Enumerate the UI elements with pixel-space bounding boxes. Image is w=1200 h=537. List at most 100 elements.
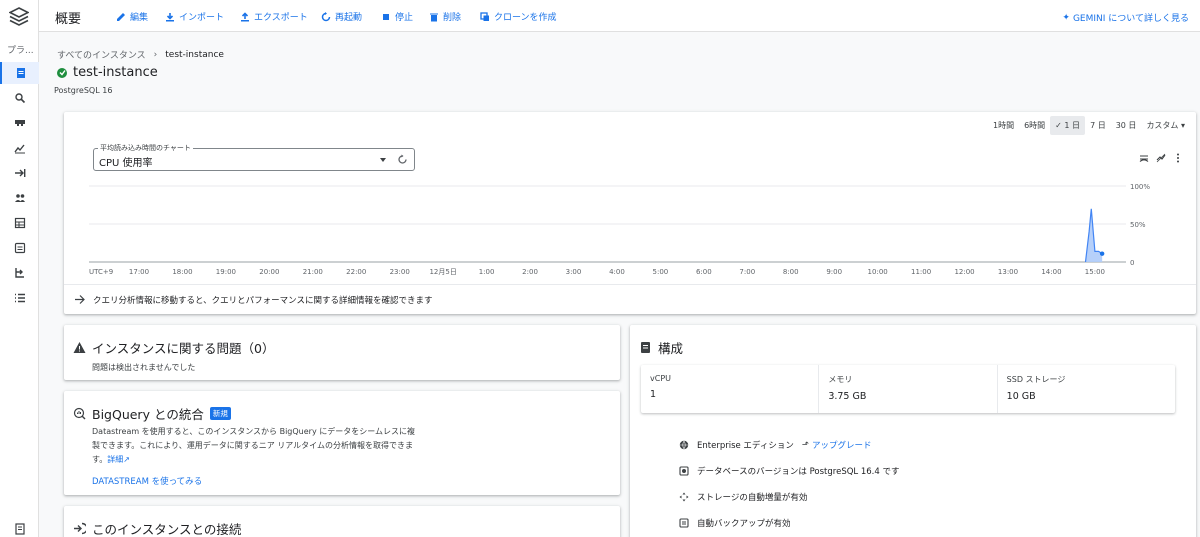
config-title-text: 構成	[658, 341, 684, 356]
rail-title: プラ...	[7, 46, 34, 56]
breadcrumb-current: test-instance	[165, 49, 224, 60]
gemini-label: GEMINI について詳しく見る	[1072, 14, 1189, 24]
migration-icon[interactable]	[0, 162, 39, 184]
chart-metric-select[interactable]: 平均読み込み時間のチャート CPU 使用率	[93, 143, 415, 171]
import-button[interactable]: インポート	[165, 10, 224, 23]
x-tick-label: 19:00	[216, 268, 236, 276]
upgrade-icon: ⬏	[801, 440, 809, 450]
main-content: すべてのインスタンス › test-instance test-instance…	[39, 32, 1200, 537]
dropdown-arrow-icon	[380, 158, 386, 162]
spec-key: メモリ	[828, 375, 853, 384]
range-option[interactable]: 30 日	[1111, 116, 1142, 135]
operations-icon[interactable]	[0, 287, 39, 309]
query-icon[interactable]	[0, 87, 39, 109]
x-tick-label: 23:00	[390, 268, 410, 276]
sql-logo-icon[interactable]	[9, 7, 29, 27]
sparkle-icon: ✦	[1062, 12, 1070, 23]
spec-value: 10 GB	[1006, 391, 1036, 402]
open-new-icon: ↗	[123, 455, 130, 464]
page-title: 概要	[55, 12, 82, 27]
import-label: インポート	[179, 13, 225, 23]
x-tick-label: 21:00	[303, 268, 323, 276]
x-tick-label: 1:00	[479, 268, 495, 276]
upgrade-label: アップグレード	[811, 441, 872, 451]
stop-icon	[383, 13, 389, 20]
range-option[interactable]: カスタム ▾	[1141, 116, 1190, 135]
users-icon[interactable]	[0, 187, 39, 209]
check-circle-icon	[57, 67, 67, 78]
clone-button[interactable]: クローンを作成	[480, 10, 557, 23]
trash-icon	[430, 13, 438, 21]
databases-icon[interactable]	[0, 212, 39, 234]
restart-button[interactable]: 再起動	[321, 10, 362, 23]
backups-icon[interactable]	[0, 237, 39, 259]
chart-card: 1時間 6時間 ✓ 1 日7 日 30 日カスタム ▾ 平均読み込み時間のチャート C…	[64, 112, 1196, 314]
range-option[interactable]: 7 日	[1085, 116, 1111, 135]
delete-button[interactable]: 削除	[429, 10, 461, 23]
left-nav-rail: プラ...	[0, 0, 39, 537]
config-title: 構成	[639, 338, 683, 357]
x-tick-label: 5:00	[653, 268, 669, 276]
try-datastream-link[interactable]: DATASTREAM を使ってみる	[92, 475, 202, 489]
x-tick-label: 9:00	[826, 268, 842, 276]
query-insights-hint[interactable]: クエリ分析情報に移動すると、クエリとパフォーマンスに関する詳細情報を確認できます	[64, 284, 1196, 314]
storage-text: ストレージの自動増量が有効	[697, 493, 808, 503]
issues-title: インスタンスに関する問題（0）	[73, 338, 274, 357]
y-tick-label: 0	[1130, 259, 1134, 267]
issues-text: 問題は検出されませんでした	[92, 363, 196, 372]
chart-style-icon[interactable]	[1156, 153, 1166, 163]
bigquery-title: BigQuery との統合 新規	[73, 404, 231, 423]
chart-select-value: CPU 使用率	[99, 158, 153, 169]
bigquery-description: Datastream を使用すると、このインスタンスから BigQuery にデ…	[92, 425, 422, 467]
release-notes-icon[interactable]	[0, 518, 39, 537]
connect-title-text: このインスタンスとの接続	[92, 522, 242, 537]
learn-more-label: 詳細	[107, 455, 124, 464]
time-range-selector: 1時間 6時間 ✓ 1 日7 日 30 日カスタム ▾	[988, 116, 1190, 135]
connect-card: このインスタンスとの接続	[64, 506, 620, 537]
gemini-learn-more-link[interactable]: ✦ GEMINI について詳しく見る	[1062, 11, 1189, 25]
learn-more-link[interactable]: 詳細↗	[107, 455, 130, 464]
instance-issues-card: インスタンスに関する問題（0） 問題は検出されませんでした	[64, 325, 620, 380]
restart-icon	[321, 11, 331, 21]
reset-icon[interactable]	[397, 154, 408, 165]
restart-label: 再起動	[335, 13, 363, 23]
more-vert-icon[interactable]	[1173, 153, 1183, 163]
replicas-icon[interactable]	[0, 262, 39, 284]
export-label: エクスポート	[254, 13, 308, 23]
stop-button[interactable]: 停止	[381, 10, 413, 23]
expand-arrows-icon	[679, 492, 689, 502]
x-tick-label: 17:00	[129, 268, 149, 276]
edition-text: Enterprise エディション	[697, 441, 794, 451]
y-tick-label: 100%	[1130, 183, 1150, 191]
spec-column: メモリ 3.75 GB	[819, 365, 998, 413]
metrics-icon[interactable]	[0, 137, 39, 159]
spec-value: 1	[650, 389, 657, 400]
connect-icon	[74, 522, 86, 535]
clone-icon	[480, 11, 489, 21]
export-icon	[241, 11, 249, 21]
x-tick-label: 3:00	[566, 268, 582, 276]
spec-value: 3.75 GB	[828, 391, 867, 402]
edit-button[interactable]: 編集	[116, 10, 148, 23]
backup-text: 自動バックアップが有効	[697, 519, 791, 529]
x-tick-label: 4:00	[609, 268, 625, 276]
compare-icon[interactable]	[1139, 153, 1149, 163]
upgrade-link[interactable]: ⬏ アップグレード	[802, 439, 872, 451]
range-option[interactable]: ✓ 1 日	[1050, 116, 1086, 135]
export-button[interactable]: エクスポート	[240, 10, 308, 23]
overview-icon[interactable]	[0, 62, 39, 84]
auto-backup-row: 自動バックアップが有効	[679, 517, 791, 529]
clone-label: クローンを作成	[494, 13, 557, 23]
breadcrumb-all-instances[interactable]: すべてのインスタンス	[57, 48, 146, 61]
instance-version: PostgreSQL 16	[54, 86, 113, 95]
storage-autoincrease-row: ストレージの自動増量が有効	[679, 491, 807, 503]
bigquery-icon	[73, 407, 86, 420]
chart-tools	[1139, 153, 1183, 163]
spec-key: vCPU	[650, 374, 671, 383]
database-version-icon	[679, 466, 689, 476]
bigquery-title-text: BigQuery との統合	[92, 407, 204, 422]
y-tick-label: 50%	[1130, 221, 1146, 229]
range-option[interactable]: 1時間	[988, 116, 1019, 135]
range-option[interactable]: 6時間	[1019, 116, 1050, 135]
connections-icon[interactable]	[0, 112, 39, 134]
